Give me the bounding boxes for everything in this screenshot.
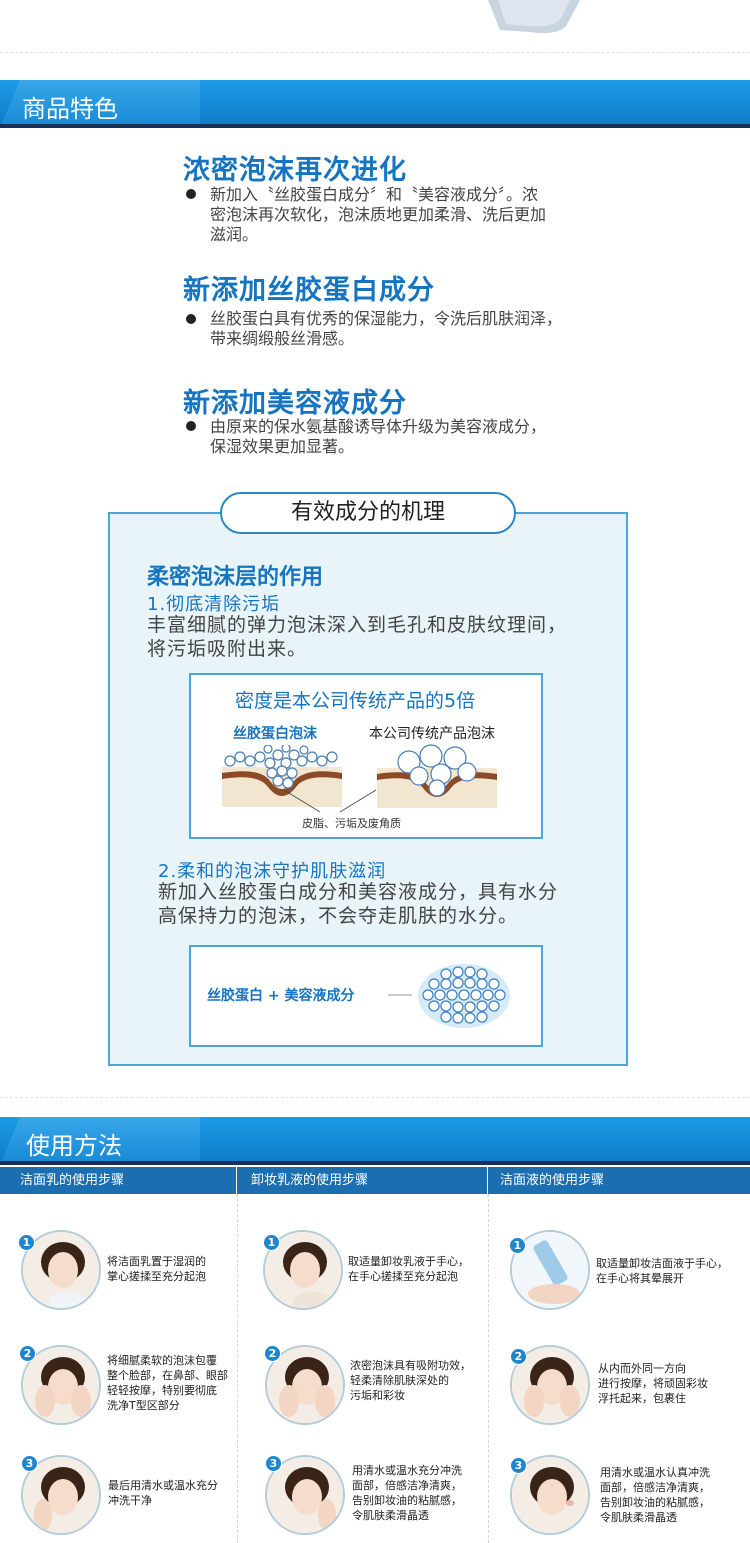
step-instruction: 最后用清水或温水充分 冲洗干净	[108, 1479, 218, 1507]
coarse-foam-illustration	[377, 744, 497, 808]
step-instruction: 取适量卸妆乳液于手心， 在手心搓揉至充分起泡	[348, 1255, 469, 1283]
usage-column-2-header: 卸妆乳液的使用步骤	[237, 1167, 487, 1194]
top-decoration	[488, 0, 580, 34]
step-instruction: 将细腻柔软的泡沫包覆 整个脸部，在鼻部、眼部 轻轻按摩，特别要彻底 洗净T型区部…	[107, 1354, 228, 1412]
pointer-lines	[283, 789, 377, 813]
step-number-badge: 3	[265, 1455, 282, 1472]
step-number-badge: 1	[263, 1234, 280, 1251]
mechanism-heading: 柔密泡沫层的作用	[147, 565, 324, 590]
foam-label-left: 丝胶蛋白泡沫	[233, 726, 317, 742]
step-instruction: 将洁面乳置于湿润的 掌心搓揉至充分起泡	[107, 1255, 206, 1283]
step-instruction: 取适量卸妆洁面液于手心， 在手心将其晕展开	[596, 1257, 728, 1285]
foam-density-title: 密度是本公司传统产品的5倍	[235, 690, 476, 712]
bullet-icon	[186, 189, 196, 199]
step-instruction: 浓密泡沫具有吸附功效， 轻柔清除肌肤深处的 污垢和彩妆	[350, 1359, 471, 1402]
feature-title-1: 浓密泡沫再次进化	[183, 155, 407, 186]
step-number-badge: 3	[21, 1455, 38, 1472]
divider	[0, 1097, 750, 1098]
step-number-badge: 2	[264, 1345, 281, 1362]
bullet-icon	[186, 314, 196, 324]
mechanism-point-2-text: 新加入丝胶蛋白成分和美容液成分，具有水分 高保持力的泡沫，不会夺走肌肤的水分。	[158, 881, 559, 927]
divider	[0, 52, 750, 53]
step-instruction: 用清水或温水认真冲洗 面部，倍感洁净清爽， 告别卸妆油的粘腻感， 令肌肤柔滑晶透	[600, 1466, 710, 1524]
bullet-icon	[186, 421, 196, 431]
step-number-badge: 1	[509, 1237, 526, 1254]
feature-title-3: 新添加美容液成分	[183, 388, 407, 419]
foam-caption: 皮脂、污垢及废角质	[302, 817, 401, 830]
features-section-title: 商品特色	[22, 95, 118, 123]
feature-body-1: 新加入〝丝胶蛋白成分〞和〝美容液成分〞。浓 密泡沫再次软化，泡沫质地更加柔滑、洗…	[210, 185, 547, 244]
usage-column-3-header: 洁面液的使用步骤	[488, 1167, 750, 1194]
step-number-badge: 3	[510, 1457, 527, 1474]
mechanism-title: 有效成分的机理	[220, 492, 516, 534]
mechanism-point-1-text: 丰富细腻的弹力泡沫深入到毛孔和皮肤纹理间， 将污垢吸附出来。	[147, 614, 568, 660]
feature-body-3: 由原来的保水氨基酸诱导体升级为美容液成分， 保湿效果更加显著。	[210, 417, 547, 456]
step-instruction: 用清水或温水充分冲洗 面部，倍感洁净清爽， 告别卸妆油的粘腻感， 令肌肤柔滑晶透	[352, 1464, 462, 1522]
feature-title-2: 新添加丝胶蛋白成分	[183, 275, 435, 306]
features-section-header: 商品特色	[0, 80, 750, 130]
usage-section-title: 使用方法	[26, 1132, 122, 1160]
step-number-badge: 1	[18, 1234, 35, 1251]
foam-cluster-illustration	[388, 964, 510, 1028]
step-number-badge: 2	[19, 1345, 36, 1362]
feature-body-2: 丝胶蛋白具有优秀的保湿能力，令洗后肌肤润泽， 带来绸缎般丝滑感。	[210, 309, 563, 348]
usage-column-1-header: 洁面乳的使用步骤	[0, 1167, 236, 1194]
step-number-badge: 2	[510, 1348, 527, 1365]
step-instruction: 从内而外同一方向 进行按摩，将顽固彩妆 浮托起来，包裹住	[598, 1362, 708, 1405]
ingredient-formula: 丝胶蛋白 + 美容液成分	[207, 988, 355, 1004]
usage-section-header: 使用方法	[0, 1117, 750, 1167]
column-divider	[488, 1194, 489, 1543]
